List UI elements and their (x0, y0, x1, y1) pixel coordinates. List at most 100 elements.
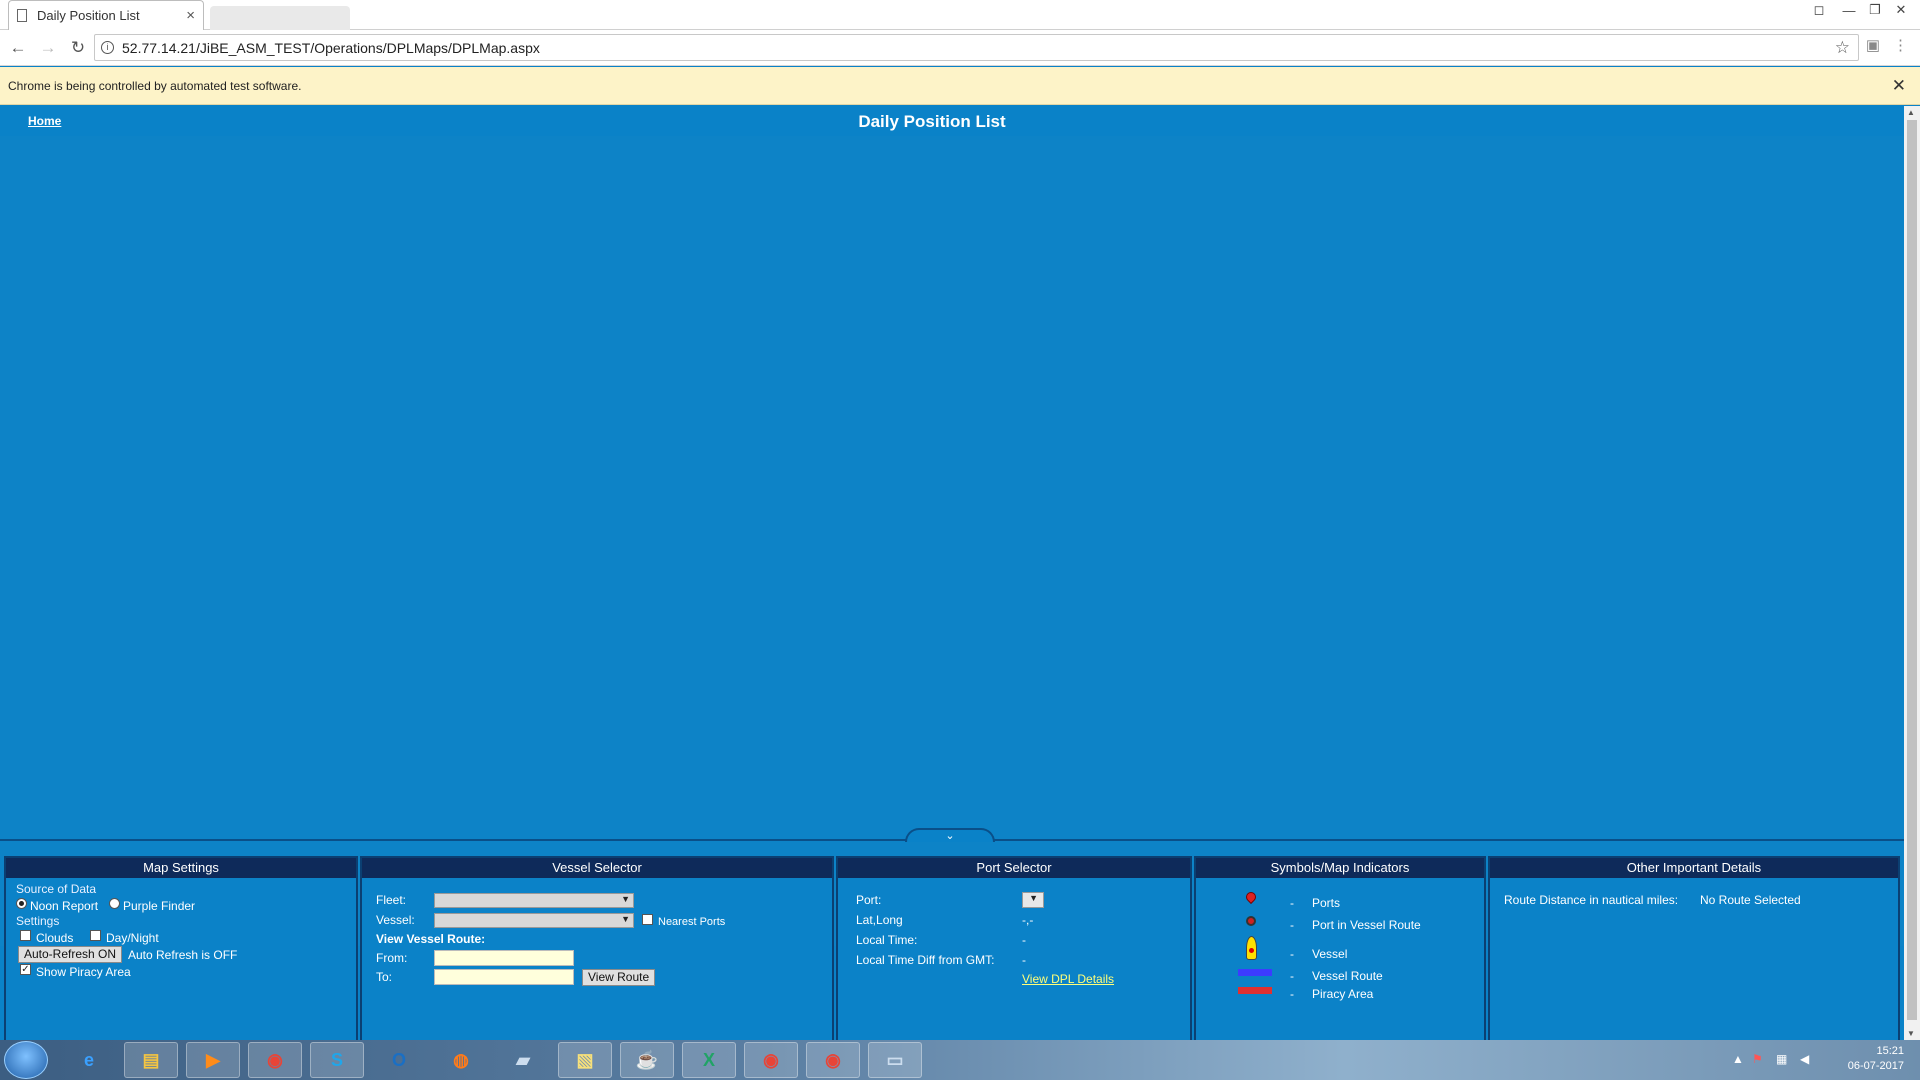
vessel-selector-panel: Vessel Selector Fleet: ▼ Vessel: ▼ Neare… (360, 856, 834, 1046)
notepad-icon[interactable]: ▰ (496, 1042, 550, 1078)
chrome-icon[interactable]: ◉ (806, 1042, 860, 1078)
nearest-ports-label: Nearest Ports (658, 916, 726, 928)
latlong-value: -,- (1022, 913, 1034, 927)
source-of-data-label: Source of Data (16, 882, 97, 896)
menu-icon[interactable]: ⋮ (1893, 36, 1908, 54)
symbol-dash: - (1290, 918, 1294, 932)
auto-refresh-button[interactable]: Auto-Refresh ON (18, 946, 123, 963)
volume-icon[interactable]: ◀ (1800, 1052, 1809, 1066)
profile-icon[interactable]: ◻ (1806, 0, 1832, 20)
clouds-checkbox[interactable] (20, 930, 31, 941)
chevron-down-icon: ▼ (621, 894, 630, 904)
clouds-label: Clouds (36, 931, 74, 945)
media-player-icon[interactable]: ▶ (186, 1042, 240, 1078)
port-selector-header: Port Selector (838, 858, 1190, 878)
vessel-selector-header: Vessel Selector (362, 858, 832, 878)
back-icon[interactable]: ← (6, 36, 30, 60)
port-pin-icon (1243, 889, 1259, 905)
port-selector-panel: Port Selector Port: ▼ Lat,Long -,- Local… (836, 856, 1192, 1046)
vessel-marker-dot (1249, 948, 1254, 953)
view-vessel-route-heading: View Vessel Route: (376, 932, 486, 946)
java-app-icon[interactable]: ☕ (620, 1042, 674, 1078)
nearest-ports-checkbox[interactable] (642, 914, 653, 925)
tray-expand-icon[interactable]: ▲ (1732, 1052, 1744, 1066)
reload-icon[interactable]: ↻ (66, 36, 90, 60)
extension-icon[interactable]: ▣ (1866, 36, 1880, 54)
fleet-select[interactable]: ▼ (434, 893, 634, 908)
page-body: Home Daily Position List ⌄ Map Settings … (0, 106, 1904, 1046)
collapse-panel-toggle[interactable]: ⌄ (905, 828, 995, 842)
route-distance-value: No Route Selected (1700, 893, 1801, 907)
infobar-close-icon[interactable]: ✕ (1892, 76, 1906, 96)
scrollbar-thumb[interactable] (1907, 120, 1917, 1020)
vessel-select[interactable]: ▼ (434, 913, 634, 928)
symbol-dash: - (1290, 969, 1294, 983)
symbol-dash: - (1290, 987, 1294, 1001)
page-scrollbar[interactable]: ▲ ▼ (1904, 106, 1920, 1040)
symbol-port-route-label: Port in Vessel Route (1312, 918, 1421, 932)
scroll-down-icon[interactable]: ▼ (1907, 1029, 1915, 1038)
excel-icon[interactable]: X (682, 1042, 736, 1078)
site-info-icon[interactable]: i (101, 41, 114, 54)
internet-explorer-icon[interactable]: e (62, 1042, 116, 1078)
symbols-header: Symbols/Map Indicators (1196, 858, 1484, 878)
other-details-panel: Other Important Details Route Distance i… (1488, 856, 1900, 1046)
port-select[interactable]: ▼ (1022, 892, 1044, 908)
restore-icon[interactable]: ❐ (1862, 0, 1888, 20)
tab-title: Daily Position List (37, 8, 140, 23)
url-text: 52.77.14.21/JiBE_ASM_TEST/Operations/DPL… (122, 39, 540, 56)
symbol-piracy-label: Piracy Area (1312, 987, 1374, 1001)
browser-tab-inactive[interactable] (210, 6, 350, 30)
map-settings-panel: Map Settings Source of Data Noon Report … (4, 856, 358, 1046)
show-piracy-checkbox[interactable]: ✓ (20, 964, 31, 975)
chrome-icon[interactable]: ◉ (248, 1042, 302, 1078)
browser-tab-active[interactable]: Daily Position List × (8, 0, 204, 30)
firefox-icon[interactable]: ◍ (434, 1042, 488, 1078)
day-night-label: Day/Night (106, 931, 159, 945)
folder-icon[interactable]: ▧ (558, 1042, 612, 1078)
forward-icon[interactable]: → (36, 36, 60, 60)
from-label: From: (376, 951, 408, 965)
chevron-down-icon: ▼ (1029, 893, 1038, 903)
outlook-icon[interactable]: O (372, 1042, 426, 1078)
noon-report-radio[interactable] (16, 898, 27, 909)
clock-date: 06-07-2017 (1847, 1060, 1904, 1072)
to-date-input[interactable] (434, 969, 574, 985)
windows-taskbar: e ▤ ▶ ◉ S O ◍ ▰ ▧ ☕ X ◉ ◉ ▭ ▲ ⚑ ▦ ◀ 15:2… (0, 1040, 1920, 1080)
from-date-input[interactable] (434, 950, 574, 966)
page-title: Daily Position List (858, 112, 1006, 131)
purple-finder-label: Purple Finder (123, 899, 196, 913)
remote-desktop-icon[interactable]: ▭ (868, 1042, 922, 1078)
view-route-button[interactable]: View Route (582, 969, 656, 986)
vessel-route-line (1238, 969, 1272, 976)
page-icon (17, 9, 27, 22)
other-details-header: Other Important Details (1490, 858, 1898, 878)
map-canvas[interactable] (0, 136, 1904, 946)
local-time-value: - (1022, 933, 1026, 947)
chrome-icon[interactable]: ◉ (744, 1042, 798, 1078)
scroll-up-icon[interactable]: ▲ (1907, 108, 1915, 117)
route-distance-label: Route Distance in nautical miles: (1504, 893, 1679, 907)
start-button[interactable] (4, 1041, 48, 1079)
bookmark-star-icon[interactable]: ☆ (1835, 38, 1850, 58)
tab-close-icon[interactable]: × (186, 7, 195, 24)
symbol-vessel-label: Vessel (1312, 947, 1348, 961)
view-dpl-details-link[interactable]: View DPL Details (1022, 972, 1114, 986)
system-clock[interactable]: 15:21 06-07-2017 (1848, 1044, 1904, 1074)
to-label: To: (376, 970, 393, 984)
file-explorer-icon[interactable]: ▤ (124, 1042, 178, 1078)
action-center-icon[interactable]: ⚑ (1752, 1052, 1763, 1066)
window-close-icon[interactable]: ✕ (1888, 0, 1914, 20)
day-night-checkbox[interactable] (90, 930, 101, 941)
skype-icon[interactable]: S (310, 1042, 364, 1078)
port-label: Port: (856, 893, 882, 907)
minimize-icon[interactable]: — (1836, 0, 1862, 20)
clock-time: 15:21 (1876, 1045, 1904, 1057)
piracy-area-line (1238, 987, 1272, 994)
network-icon[interactable]: ▦ (1776, 1052, 1787, 1066)
purple-finder-radio[interactable] (109, 898, 120, 909)
symbol-dash: - (1290, 947, 1294, 961)
infobar-text: Chrome is being controlled by automated … (8, 78, 302, 93)
address-bar[interactable]: i 52.77.14.21/JiBE_ASM_TEST/Operations/D… (94, 34, 1859, 61)
map-settings-header: Map Settings (6, 858, 356, 878)
